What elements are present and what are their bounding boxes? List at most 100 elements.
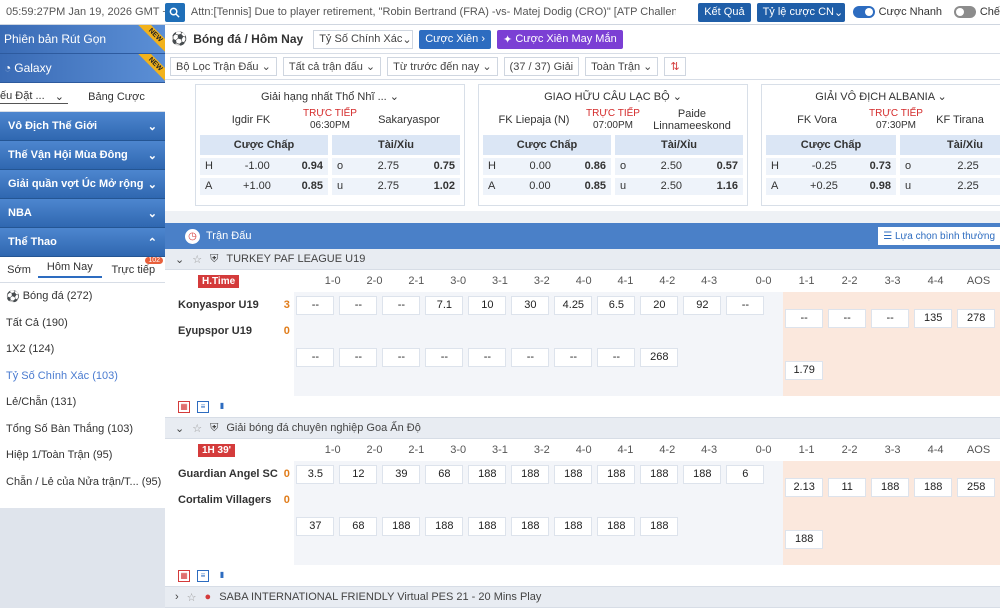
odds-cell[interactable]: 10 [466,292,509,318]
sort-icon[interactable]: ⇅ [664,57,686,76]
odds-cell[interactable]: H -0.25 0.73 [766,158,896,175]
sidebar-section-australian-open[interactable]: Giải quần vợt Úc Mở rộng ⌄ [0,170,165,199]
odds-cell[interactable]: 68 [337,513,380,539]
odds-cell[interactable]: 92 [681,292,724,318]
away-team[interactable]: Eyupspor U19 0 [178,318,294,344]
odds-cell[interactable]: -- [595,344,638,370]
parlay-button[interactable]: Cược Xiên › [419,29,492,49]
sidebar-item-ht-ft[interactable]: Hiệp 1/Toàn Trận (95) [0,442,165,469]
odds-cell[interactable]: 37 [294,513,337,539]
odds-cell[interactable]: 188 [552,513,595,539]
odds-cell[interactable]: 6 [724,461,767,487]
sidebar-item-all[interactable]: Tất Cả (190) [0,310,165,337]
league-header[interactable]: ⌄ ☆ ⛨ TURKEY PAF LEAGUE U19 [165,249,1000,270]
odds-cell[interactable]: 188 [595,461,638,487]
odds-cell[interactable]: -- [423,344,466,370]
away-team[interactable]: Cortalim Villagers 0 [178,487,294,513]
odds-cell[interactable]: u 2.75 1.02 [332,178,460,195]
tab-bet-table[interactable]: Bảng Cược [68,91,165,103]
odds-cell[interactable]: o 2.50 0.57 [615,158,743,175]
tab-bet-slip[interactable]: ếu Đặt ... ⌄ [0,90,68,104]
chart-icon[interactable]: ▮ [216,401,228,413]
lucky-parlay-button[interactable]: ✦ Cược Xiên May Mắn [497,29,623,49]
sidebar-item-correct-score[interactable]: Tỷ Số Chính Xác (103) [0,363,165,390]
view-mode-select[interactable]: ☰ Lựa chọn bình thường [878,227,1000,245]
odds-cell[interactable]: u 2.25 [900,178,1000,195]
featured-card[interactable]: GIAO HỮU CÂU LẠC BỘ ⌄ FK Liepaja (N) TRỰ… [478,84,748,206]
match-filter-select[interactable]: Bộ Lọc Trận Đấu ⌄ [170,57,277,76]
odds-cell[interactable]: 188 [466,513,509,539]
info-icon[interactable]: ≡ [197,569,209,582]
odds-cell[interactable]: 11 [826,461,869,513]
odds-cell[interactable]: -- [783,292,826,344]
market-select[interactable]: Tỷ Số Chính Xác ⌄ [313,29,414,49]
odds-cell[interactable]: 188 [509,513,552,539]
odds-cell[interactable]: 188 [912,461,955,513]
odds-cell[interactable]: -- [724,292,767,318]
odds-cell[interactable]: 12 [337,461,380,487]
odds-cell[interactable]: 6.5 [595,292,638,318]
odds-cell[interactable]: -- [337,292,380,318]
all-matches-select[interactable]: Tất cả trận đấu ⌄ [282,57,382,76]
odds-cell[interactable]: A +0.25 0.98 [766,178,896,195]
odds-cell[interactable]: -- [337,344,380,370]
odds-cell[interactable]: -- [380,292,423,318]
odds-cell[interactable]: -- [294,344,337,370]
odds-cell[interactable]: 188 [466,461,509,487]
results-button[interactable]: Kết Quả [698,2,751,22]
odds-cell[interactable]: 30 [509,292,552,318]
league-count[interactable]: (37 / 37) Giải [503,57,580,76]
odds-cell[interactable]: A +1.00 0.85 [200,178,328,195]
lite-version-banner[interactable]: Phiên bản Rút Gọn NEW [0,25,165,54]
sidebar-section-nba[interactable]: NBA ⌄ [0,199,165,228]
sidebar-item-football[interactable]: ⚽ Bóng đá (272) [0,283,165,310]
sidebar-item-total-goals[interactable]: Tổng Số Bàn Thắng (103) [0,416,165,443]
odds-cell[interactable]: 188 [552,461,595,487]
odds-cell[interactable]: 188 [638,461,681,487]
odds-cell[interactable]: 68 [423,461,466,487]
home-team[interactable]: Guardian Angel SC 0 [178,461,294,487]
odds-cell[interactable]: 268 [638,344,681,370]
odds-cell[interactable]: 188 [423,513,466,539]
odds-cell[interactable]: 4.25 [552,292,595,318]
odds-cell[interactable]: 39 [380,461,423,487]
odds-cell[interactable]: -- [552,344,595,370]
time-range-select[interactable]: Từ trước đến nay ⌄ [387,57,498,76]
odds-cell[interactable]: 188 [681,461,724,487]
league-header[interactable]: ⌄ ☆ ⛨ Giải bóng đá chuyên nghiệp Goa Ấn … [165,418,1000,439]
odds-cell[interactable]: -- [826,292,869,344]
featured-card[interactable]: Giải hạng nhất Thổ Nhĩ ... ⌄ Igdir FK TR… [195,84,465,206]
sidebar-item-odd-even[interactable]: Lẻ/Chẵn (131) [0,389,165,416]
tab-early[interactable]: Sớm [0,264,38,276]
odds-cell[interactable]: 3.5 [294,461,337,487]
stats-grid-icon[interactable]: ▦ [178,400,190,413]
full-time-select[interactable]: Toàn Trận ⌄ [585,57,659,76]
odds-cell[interactable]: o 2.25 [900,158,1000,175]
home-team[interactable]: Konyaspor U19 3 [178,292,294,318]
odds-cell[interactable]: 20 [638,292,681,318]
odds-cell[interactable]: H -1.00 0.94 [200,158,328,175]
sidebar-item-1x2[interactable]: 1X2 (124) [0,336,165,363]
odds-cell[interactable]: 7.1 [423,292,466,318]
tab-today[interactable]: Hôm Nay [38,261,102,278]
odds-cell[interactable]: 188 [380,513,423,539]
odds-cell[interactable]: 135 [912,292,955,344]
odds-type-select[interactable]: Tỷ lệ cược CN ⌄ [756,2,845,22]
odds-cell[interactable]: -- [509,344,552,370]
chart-icon[interactable]: ▮ [216,570,228,582]
info-icon[interactable]: ≡ [197,400,209,413]
featured-card[interactable]: GIẢI VÔ ĐỊCH ALBANIA ⌄ FK Vora TRỰC TIẾP… [761,84,1000,206]
odds-cell[interactable]: 2.13 [783,461,826,513]
odds-cell[interactable]: -- [294,292,337,318]
galaxy-banner[interactable]: ◔ Galaxy NEW [0,54,165,83]
mode-toggle[interactable]: Chế [954,6,1000,18]
odds-cell[interactable]: 188 [869,461,912,513]
sidebar-item-half-odd-even[interactable]: Chẵn / Lẻ của Nửa trận/T... (95) [0,469,165,496]
odds-cell[interactable]: 188 [638,513,681,539]
odds-cell[interactable]: 1.79 [783,344,826,396]
odds-cell[interactable]: 188 [509,461,552,487]
quick-bet-toggle[interactable]: Cược Nhanh [852,6,942,18]
sidebar-section-world-cup[interactable]: Vô Địch Thế Giới ⌄ [0,112,165,141]
odds-cell[interactable]: 188 [783,513,826,565]
announcement-marquee[interactable]: Attn:[Tennis] Due to player retirement, … [191,6,676,18]
